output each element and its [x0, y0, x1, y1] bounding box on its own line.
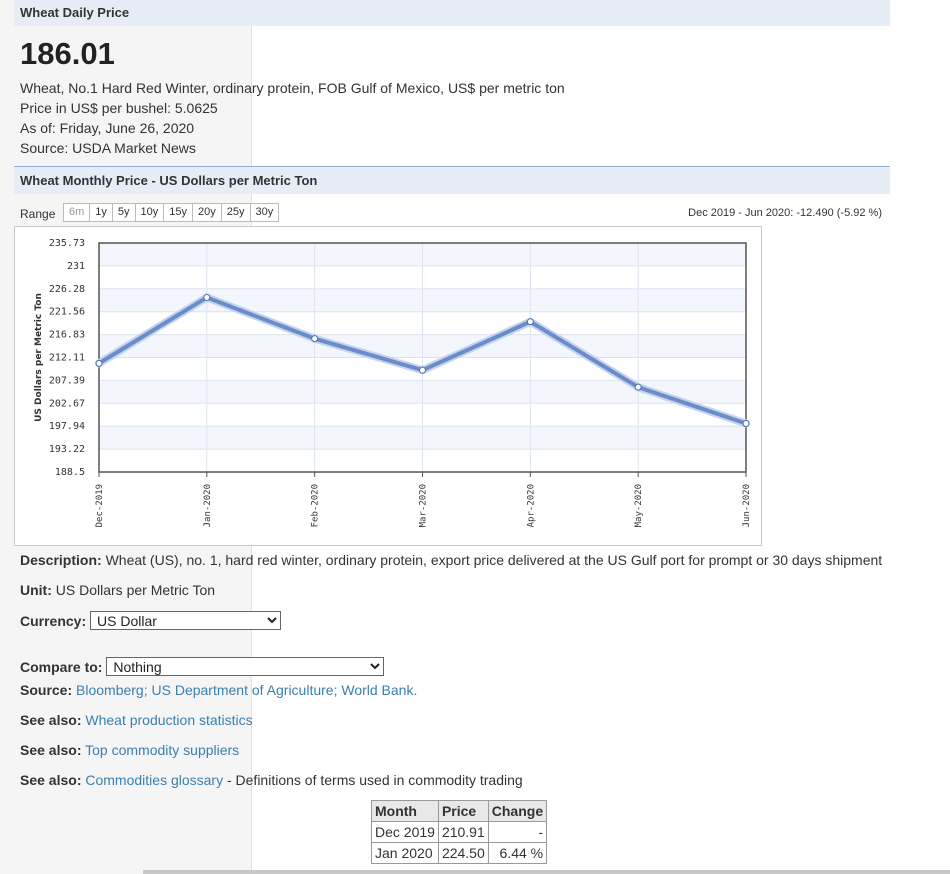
- chart-data-point: [95, 359, 103, 367]
- monthly-price-header: Wheat Monthly Price - US Dollars per Met…: [14, 166, 890, 194]
- daily-price-info: Wheat, No.1 Hard Red Winter, ordinary pr…: [20, 78, 890, 166]
- chart-y-tick-label: 212.11: [49, 353, 85, 364]
- chart-x-tick-label: Jan-2020: [203, 484, 213, 527]
- chart-y-tick-label: 197.94: [49, 421, 85, 432]
- table-header-price: Price: [437, 800, 489, 822]
- range-button-20y[interactable]: 20y: [192, 203, 222, 222]
- range-button-group: 6m 1y 5y 10y 15y 20y 25y 30y: [63, 203, 280, 222]
- source-row: Source: Bloomberg; US Department of Agri…: [20, 682, 417, 698]
- currency-label: Currency:: [20, 613, 87, 629]
- table-header-row: Month Price Change: [371, 800, 548, 822]
- chart-data-point: [742, 420, 750, 428]
- chart-data-point: [311, 335, 319, 343]
- chart-data-point: [634, 383, 642, 391]
- chart-y-axis-label: US Dollars per Metric Ton: [34, 293, 44, 422]
- main-content: Wheat Daily Price 186.01 Wheat, No.1 Har…: [14, 0, 890, 864]
- see-also-label: See also:: [20, 742, 82, 758]
- glossary-description: - Definitions of terms used in commodity…: [223, 772, 523, 788]
- description-text: Wheat (US), no. 1, hard red winter, ordi…: [105, 552, 883, 568]
- daily-price-header: Wheat Daily Price: [14, 0, 890, 26]
- wheat-production-link[interactable]: Wheat production statistics: [85, 712, 252, 728]
- daily-info-line: Price in US$ per bushel: 5.0625: [20, 100, 218, 116]
- table-cell-month: Dec 2019: [371, 821, 439, 843]
- range-button-5y[interactable]: 5y: [111, 203, 136, 222]
- commodities-glossary-link[interactable]: Commodities glossary: [85, 772, 223, 788]
- currency-select[interactable]: US Dollar: [90, 611, 282, 630]
- horizontal-scrollbar[interactable]: [143, 870, 950, 874]
- chart-y-tick-label: 231: [67, 261, 85, 272]
- chart-y-tick-label: 202.67: [49, 398, 85, 409]
- chart-x-tick-label: Apr-2020: [526, 484, 536, 527]
- chart-x-tick-label: Jun-2020: [742, 484, 752, 527]
- source-label: Source:: [20, 682, 73, 698]
- currency-row: Currency: US Dollar: [20, 611, 282, 630]
- top-suppliers-link[interactable]: Top commodity suppliers: [85, 742, 239, 758]
- compare-row: Compare to: Nothing: [20, 657, 385, 676]
- price-chart: 235.73 231 226.28 221.56 216.83 212.11 207.39 2…: [14, 226, 762, 546]
- see-also-label: See also:: [20, 712, 82, 728]
- monthly-price-table: Month Price Change Dec 2019 210.91 - Jan…: [371, 800, 548, 864]
- see-also-row-3: See also: Commodities glossary - Definit…: [20, 772, 523, 788]
- table-cell-change: -: [487, 821, 548, 843]
- chart-y-tick-label: 221.56: [49, 307, 85, 318]
- see-also-row-1: See also: Wheat production statistics: [20, 712, 253, 728]
- range-selector: Range 6m 1y 5y 10y 15y 20y 25y 30y Dec 2019 - J…: [14, 194, 890, 228]
- price-chart-svg: 235.73 231 226.28 221.56 216.83 212.11 207.39 2…: [34, 238, 752, 527]
- chart-y-tick-label: 207.39: [49, 375, 85, 386]
- chart-data-point: [203, 293, 211, 301]
- description-row: Description: Wheat (US), no. 1, hard red…: [20, 552, 882, 568]
- table-cell-price: 210.91: [437, 821, 489, 843]
- daily-price-value: 186.01: [20, 36, 115, 71]
- range-button-1y[interactable]: 1y: [89, 203, 113, 222]
- compare-select[interactable]: Nothing: [106, 657, 385, 676]
- table-cell-month: Jan 2020: [371, 842, 439, 864]
- chart-x-tick-label: May-2020: [634, 484, 644, 527]
- chart-y-tick-label: 235.73: [49, 238, 85, 249]
- chart-y-tick-label: 216.83: [49, 330, 85, 341]
- range-button-10y[interactable]: 10y: [134, 203, 165, 222]
- range-label: Range: [20, 207, 56, 221]
- table-row: Dec 2019 210.91 -: [371, 821, 548, 843]
- chart-data-point: [526, 318, 534, 326]
- range-button-25y[interactable]: 25y: [220, 203, 251, 222]
- table-header-month: Month: [371, 800, 439, 822]
- chart-data-point: [419, 366, 426, 374]
- table-cell-price: 224.50: [437, 842, 489, 864]
- table-row: Jan 2020 224.50 6.44 %: [371, 842, 548, 864]
- compare-label: Compare to:: [20, 659, 103, 675]
- range-summary: Dec 2019 - Jun 2020: -12.490 (-5.92 %): [688, 207, 882, 219]
- chart-x-tick-label: Mar-2020: [419, 484, 429, 527]
- range-button-30y[interactable]: 30y: [249, 203, 280, 222]
- table-header-change: Change: [487, 800, 548, 822]
- chart-y-tick-label: 188.5: [55, 467, 85, 478]
- see-also-row-2: See also: Top commodity suppliers: [20, 742, 239, 758]
- unit-label: Unit:: [20, 582, 52, 598]
- daily-info-line: Wheat, No.1 Hard Red Winter, ordinary pr…: [20, 80, 565, 96]
- table-cell-change: 6.44 %: [487, 842, 548, 864]
- chart-y-tick-label: 226.28: [49, 284, 85, 295]
- description-label: Description:: [20, 552, 102, 568]
- source-link[interactable]: Bloomberg; US Department of Agriculture;…: [76, 682, 417, 698]
- chart-y-tick-label: 193.22: [49, 444, 85, 455]
- range-button-15y[interactable]: 15y: [163, 203, 194, 222]
- unit-text: US Dollars per Metric Ton: [55, 582, 216, 598]
- chart-x-tick-label: Dec-2019: [95, 484, 105, 527]
- daily-info-line: As of: Friday, June 26, 2020: [20, 120, 195, 136]
- daily-info-line: Source: USDA Market News: [20, 140, 196, 156]
- unit-row: Unit: US Dollars per Metric Ton: [20, 582, 215, 598]
- chart-x-tick-label: Feb-2020: [311, 484, 321, 527]
- range-button-6m[interactable]: 6m: [63, 203, 91, 222]
- see-also-label: See also:: [20, 772, 82, 788]
